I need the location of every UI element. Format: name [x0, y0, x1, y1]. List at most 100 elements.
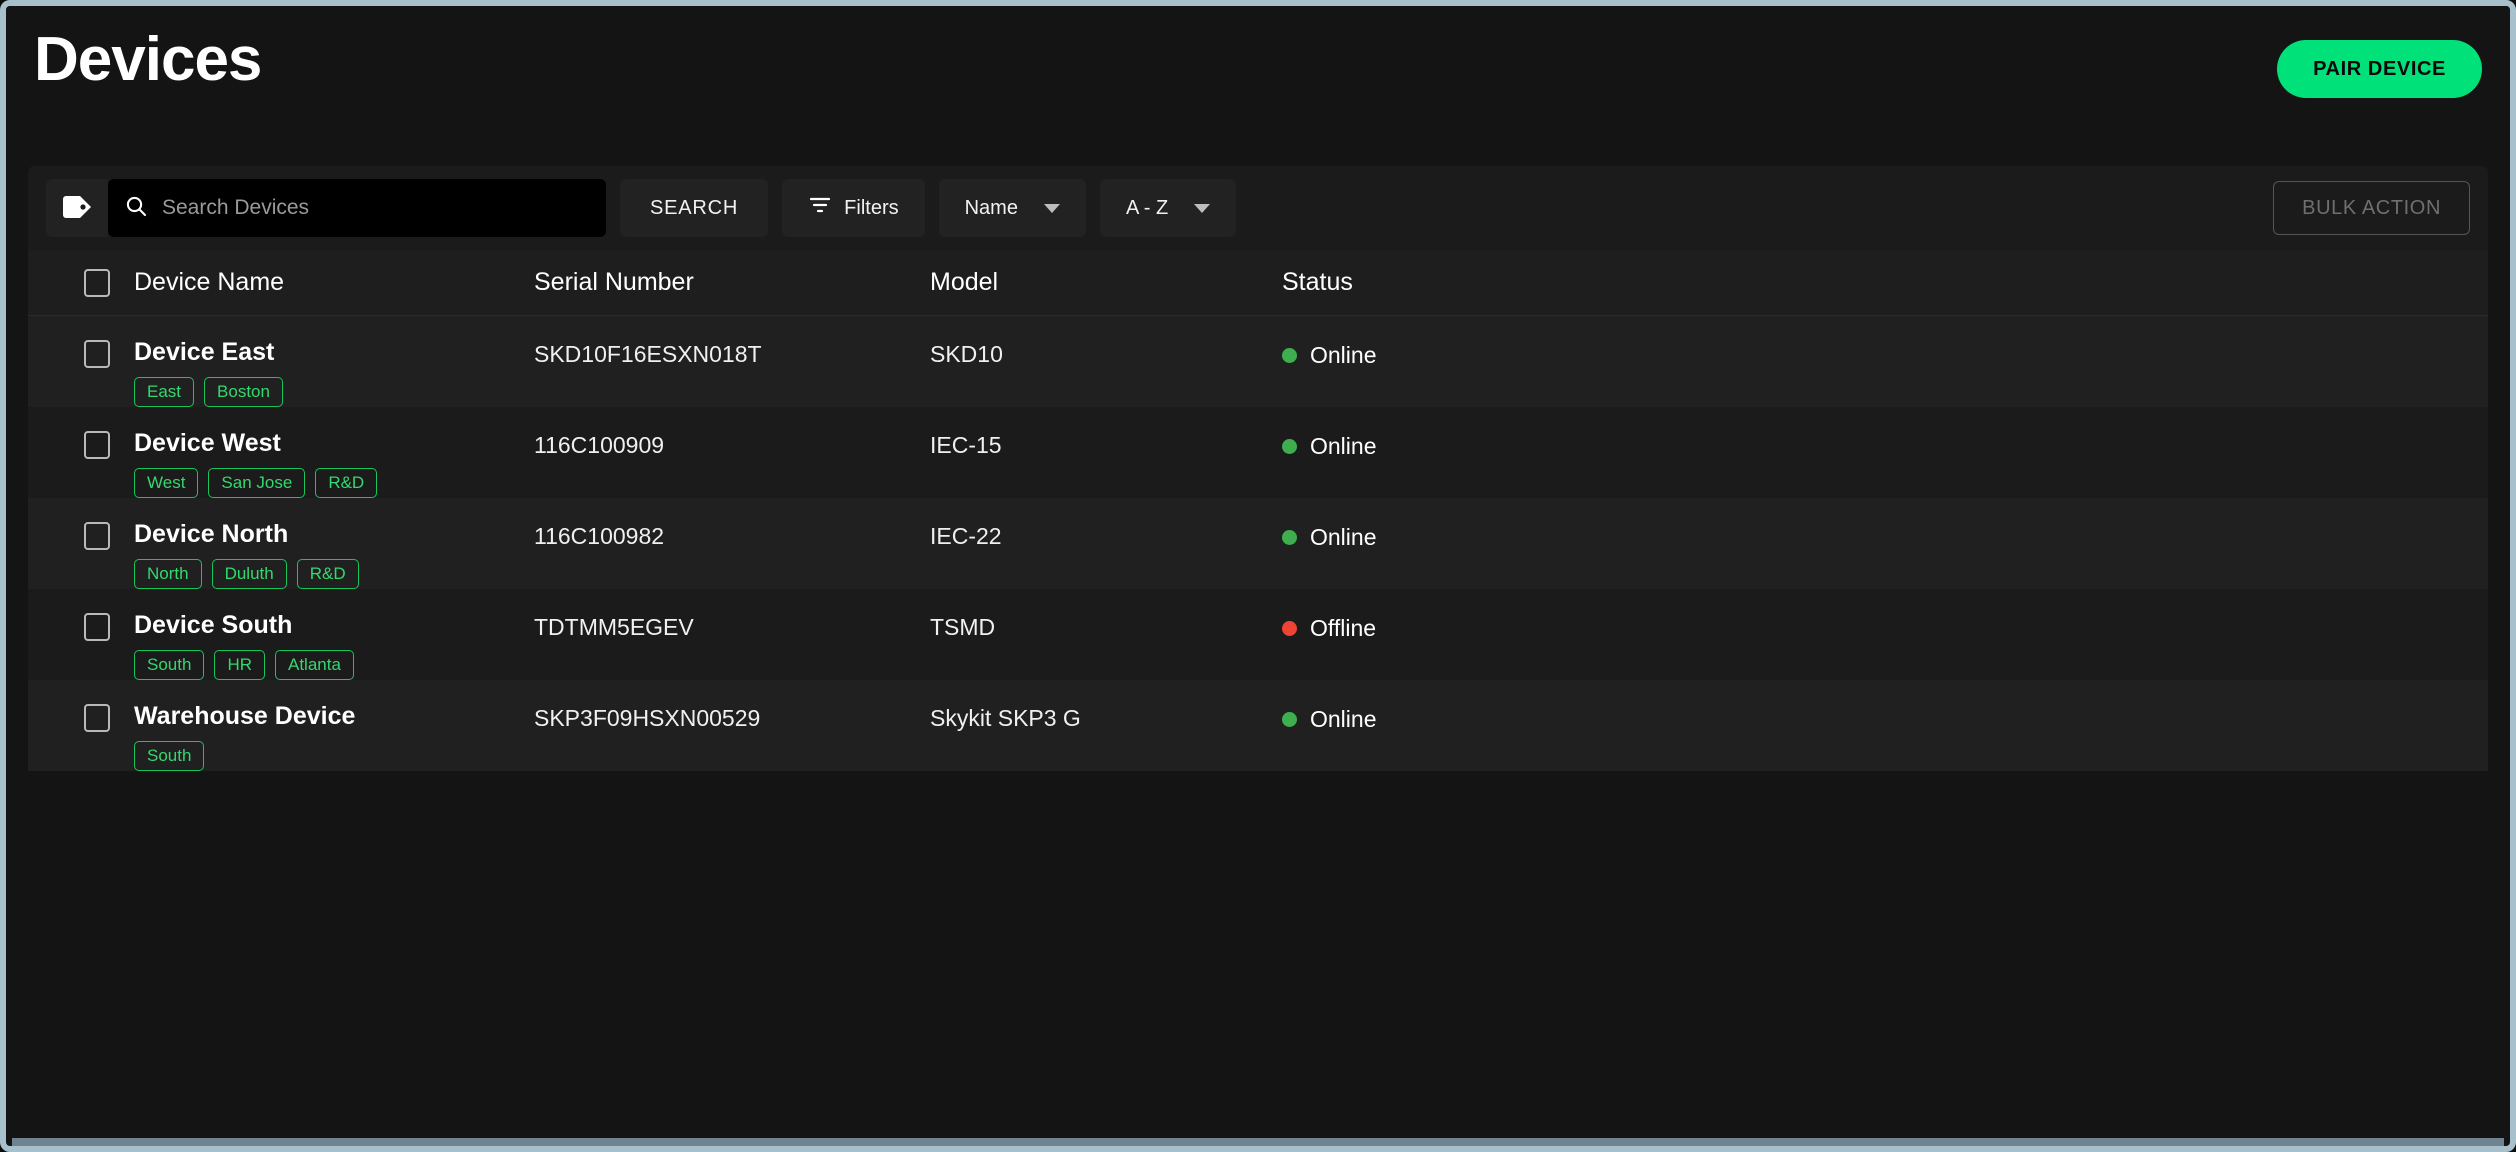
device-name-cell: Device South South HR Atlanta — [134, 589, 534, 680]
model-value: IEC-15 — [930, 432, 1002, 458]
status-badge: Online — [1282, 407, 2488, 460]
devices-table: Device Name Serial Number Model Status D… — [28, 250, 2488, 771]
filters-label: Filters — [844, 196, 899, 219]
row-select-checkbox[interactable] — [84, 613, 110, 641]
serial-number-value: 116C100909 — [534, 432, 665, 458]
page-title: Devices — [34, 25, 262, 94]
row-select-checkbox[interactable] — [84, 340, 110, 368]
row-select-checkbox[interactable] — [84, 704, 110, 732]
search-input[interactable] — [162, 196, 590, 220]
column-header-device-name[interactable]: Device Name — [134, 268, 534, 297]
device-name-cell: Warehouse Device South — [134, 680, 534, 771]
row-select-cell — [84, 680, 134, 732]
status-label: Online — [1310, 433, 1377, 459]
status-cell: Online — [1282, 407, 2488, 460]
row-select-cell — [84, 316, 134, 368]
column-header-model[interactable]: Model — [930, 268, 1282, 297]
horizontal-scrollbar[interactable] — [12, 1138, 2504, 1146]
sort-field-label: Name — [964, 196, 1018, 219]
sort-order-dropdown[interactable]: A - Z — [1099, 179, 1237, 237]
tag-icon — [62, 195, 92, 222]
tag-list: South — [134, 741, 534, 771]
device-tag[interactable]: R&D — [296, 559, 359, 589]
model-cell: IEC-22 — [930, 498, 1282, 550]
tag-filter-button[interactable] — [46, 179, 108, 237]
serial-number-cell: SKP3F09HSXN00529 — [534, 680, 930, 732]
model-value: SKD10 — [930, 341, 1003, 367]
device-name-link[interactable]: Warehouse Device — [134, 680, 534, 731]
search-button[interactable]: SEARCH — [620, 179, 769, 237]
search-button-label: SEARCH — [650, 196, 739, 219]
model-cell: Skykit SKP3 G — [930, 680, 1282, 732]
chevron-down-icon — [1194, 203, 1211, 213]
status-label: Online — [1310, 524, 1377, 550]
status-dot-icon — [1282, 530, 1297, 545]
tag-list: West San Jose R&D — [134, 468, 534, 498]
table-body: Device East East Boston SKD10F16ESXN018T SKD… — [28, 316, 2488, 771]
device-name-cell: Device North North Duluth R&D — [134, 498, 534, 589]
chevron-down-icon — [1043, 203, 1060, 213]
model-cell: SKD10 — [930, 316, 1282, 368]
column-header-status[interactable]: Status — [1282, 268, 2488, 297]
sort-field-dropdown[interactable]: Name — [938, 179, 1086, 237]
select-all-cell — [84, 268, 134, 297]
status-badge: Online — [1282, 498, 2488, 551]
page-header: Devices PAIR DEVICE — [6, 6, 2510, 166]
column-header-serial-number[interactable]: Serial Number — [534, 268, 930, 297]
table-row[interactable]: Device South South HR Atlanta TDTMM5EGEV TSMD… — [28, 589, 2488, 680]
pair-device-button[interactable]: PAIR DEVICE — [2277, 40, 2482, 98]
status-dot-icon — [1282, 712, 1297, 727]
status-cell: Online — [1282, 680, 2488, 733]
table-row[interactable]: Warehouse Device South SKP3F09HSXN00529 Sky… — [28, 680, 2488, 771]
serial-number-cell: TDTMM5EGEV — [534, 589, 930, 641]
device-tag[interactable]: North — [134, 559, 202, 589]
search-field-wrapper[interactable] — [108, 179, 606, 237]
table-row[interactable]: Device West West San Jose R&D 116C100909 IEC-… — [28, 407, 2488, 498]
status-dot-icon — [1282, 348, 1297, 363]
table-row[interactable]: Device North North Duluth R&D 116C100982 IEC-… — [28, 498, 2488, 589]
tag-list: East Boston — [134, 377, 534, 407]
status-badge: Online — [1282, 680, 2488, 733]
device-tag[interactable]: R&D — [315, 468, 378, 498]
toolbar: SEARCH Filters Name A - Z BULK ACTION — [28, 166, 2488, 250]
filters-button[interactable]: Filters — [782, 179, 925, 237]
device-tag[interactable]: South — [134, 650, 205, 680]
row-select-checkbox[interactable] — [84, 431, 110, 459]
device-tag[interactable]: HR — [214, 650, 265, 680]
device-name-link[interactable]: Device North — [134, 498, 534, 549]
status-label: Online — [1310, 342, 1377, 368]
device-tag[interactable]: West — [134, 468, 199, 498]
status-dot-icon — [1282, 439, 1297, 454]
device-name-link[interactable]: Device South — [134, 589, 534, 640]
serial-number-value: SKP3F09HSXN00529 — [534, 705, 761, 731]
device-tag[interactable]: Atlanta — [275, 650, 354, 680]
status-cell: Online — [1282, 316, 2488, 369]
device-name-cell: Device West West San Jose R&D — [134, 407, 534, 498]
device-tag[interactable]: Boston — [204, 377, 283, 407]
search-icon — [124, 194, 148, 223]
row-select-cell — [84, 407, 134, 459]
sort-order-label: A - Z — [1125, 196, 1169, 219]
device-tag[interactable]: East — [134, 377, 195, 407]
device-name-link[interactable]: Device East — [134, 316, 534, 367]
model-value: TSMD — [930, 614, 996, 640]
device-tag[interactable]: San Jose — [208, 468, 306, 498]
serial-number-value: SKD10F16ESXN018T — [534, 341, 762, 367]
model-value: Skykit SKP3 G — [930, 705, 1081, 731]
status-cell: Online — [1282, 498, 2488, 551]
tag-list: North Duluth R&D — [134, 559, 534, 589]
tag-list: South HR Atlanta — [134, 650, 534, 680]
row-select-cell — [84, 498, 134, 550]
device-name-link[interactable]: Device West — [134, 407, 534, 458]
status-dot-icon — [1282, 621, 1297, 636]
bulk-action-button[interactable]: BULK ACTION — [2273, 181, 2470, 235]
select-all-checkbox[interactable] — [84, 268, 110, 297]
status-badge: Online — [1282, 316, 2488, 369]
row-select-checkbox[interactable] — [84, 522, 110, 550]
status-label: Online — [1310, 706, 1377, 732]
device-tag[interactable]: Duluth — [211, 559, 287, 589]
serial-number-cell: SKD10F16ESXN018T — [534, 316, 930, 368]
status-badge: Offline — [1282, 589, 2488, 642]
table-row[interactable]: Device East East Boston SKD10F16ESXN018T SKD… — [28, 316, 2488, 407]
device-tag[interactable]: South — [134, 741, 205, 771]
